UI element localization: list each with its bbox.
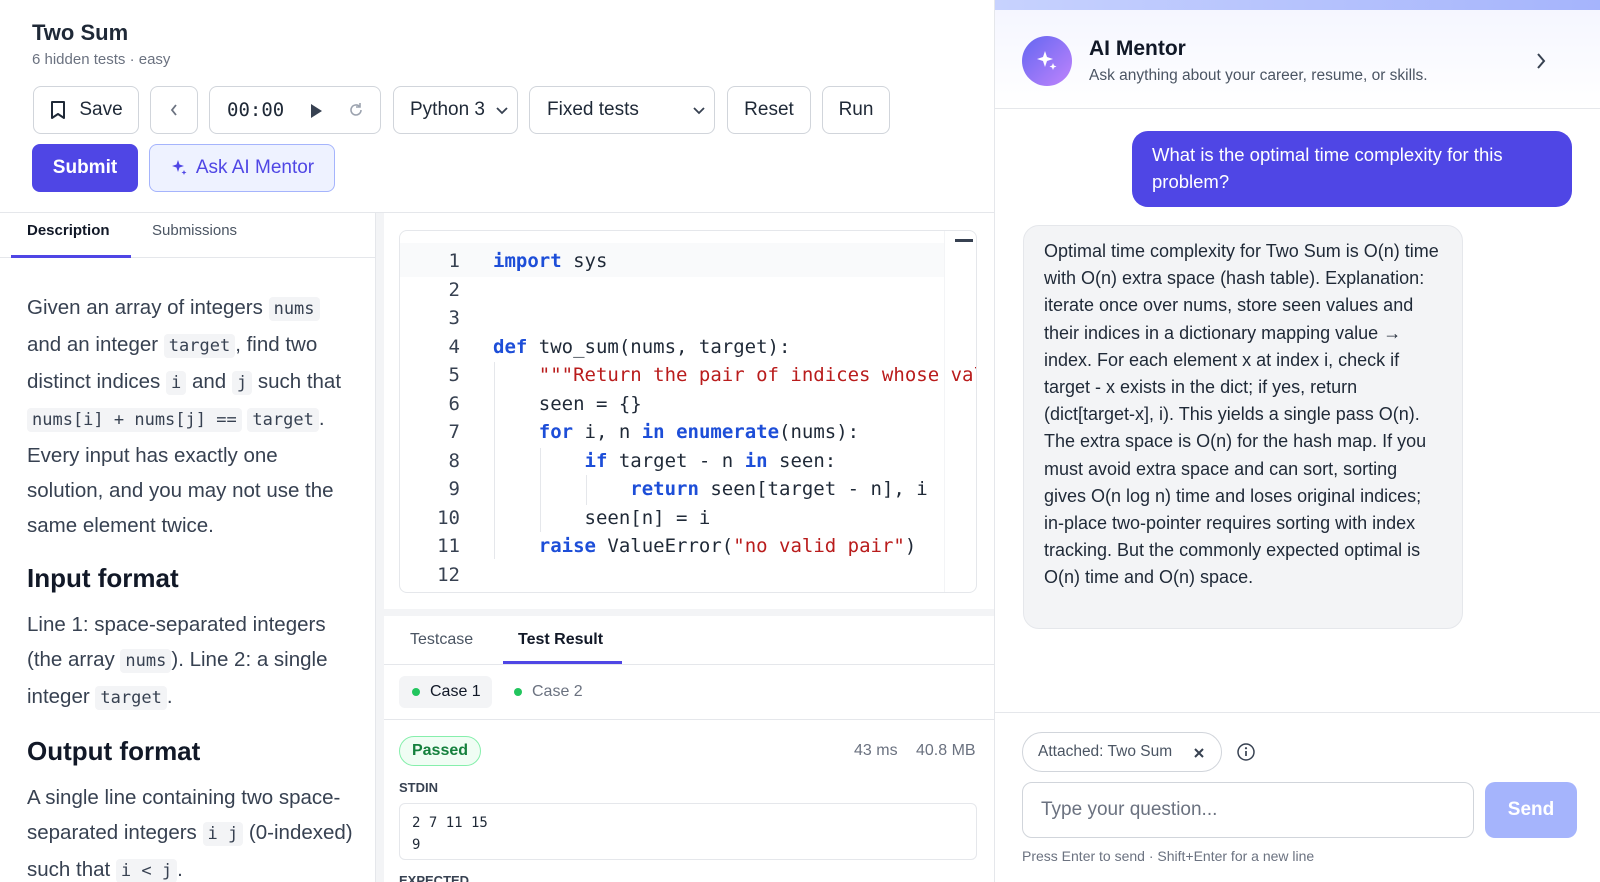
- tab-test-result[interactable]: Test Result: [518, 631, 603, 649]
- line-number: 1: [448, 250, 460, 272]
- editor-ruler: [944, 231, 945, 592]
- mentor-header: AI Mentor Ask anything about your career…: [995, 10, 1600, 109]
- info-icon[interactable]: [1236, 742, 1256, 762]
- stdin-label: STDIN: [399, 780, 438, 795]
- save-button[interactable]: Save: [33, 86, 139, 134]
- mentor-avatar: [1022, 36, 1072, 86]
- sparkle-icon: [1037, 51, 1057, 70]
- test-mode-select[interactable]: Fixed tests: [529, 86, 715, 134]
- description-paragraph: Given an array of integers nums and an i…: [27, 296, 342, 537]
- question-input[interactable]: Type your question...: [1022, 782, 1474, 838]
- memory-value: 40.8 MB: [916, 742, 976, 759]
- send-button[interactable]: Send: [1485, 782, 1577, 838]
- tab-submissions[interactable]: Submissions: [152, 222, 237, 239]
- refresh-icon[interactable]: [348, 102, 364, 118]
- line-number: 3: [448, 307, 460, 329]
- language-value: Python 3: [410, 99, 485, 120]
- input-format-heading: Input format: [27, 563, 179, 593]
- output-format-paragraph: A single line containing two space-separ…: [27, 786, 353, 882]
- vertical-splitter[interactable]: [376, 213, 384, 882]
- code-line: seen[n] = i: [493, 507, 711, 529]
- code-line: def two_sum(nums, target):: [493, 336, 791, 358]
- input-format-paragraph: Line 1: space-separated integers (the ar…: [27, 613, 328, 710]
- divider: [384, 719, 994, 720]
- composer-hint: Press Enter to send · Shift+Enter for a …: [1022, 848, 1315, 864]
- attachment-chip: Attached: Two Sum: [1022, 732, 1222, 772]
- case-1-tab[interactable]: Case 1: [399, 676, 492, 708]
- code-line: seen = {}: [493, 393, 642, 415]
- runtime-value: 43 ms: [854, 742, 898, 759]
- mentor-subtitle: Ask anything about your career, resume, …: [1089, 67, 1428, 84]
- submit-button[interactable]: Submit: [32, 144, 138, 192]
- current-line-highlight: [400, 243, 945, 277]
- mentor-top-accent: [995, 0, 1600, 10]
- code-line: return seen[target - n], i: [630, 478, 928, 500]
- chevron-down-icon: [693, 107, 705, 115]
- user-message: What is the optimal time complexity for …: [1132, 131, 1572, 207]
- ask-ai-mentor-button[interactable]: Ask AI Mentor: [149, 144, 335, 192]
- ai-mentor-panel: AI Mentor Ask anything about your career…: [994, 0, 1600, 882]
- line-number: 2: [448, 279, 460, 301]
- code-line: for i, n in enumerate(nums):: [538, 421, 860, 443]
- test-mode-value: Fixed tests: [547, 99, 639, 120]
- line-number: 5: [448, 364, 460, 386]
- active-tab-indicator: [503, 661, 622, 664]
- sparkle-icon: [171, 160, 187, 175]
- problem-title: Two Sum: [32, 20, 129, 45]
- attachment-label: Attached: Two Sum: [1038, 743, 1173, 760]
- line-number: 7: [448, 421, 460, 443]
- horizontal-splitter[interactable]: [384, 609, 994, 616]
- code-editor[interactable]: 1 2 3 4 5 6 7 8 9 10 11 12 import sys de…: [399, 230, 977, 593]
- case-2-label: Case 2: [532, 683, 583, 700]
- timer-control: 00:00: [209, 86, 381, 134]
- line-number: 8: [448, 450, 460, 472]
- expected-label: EXPECTED: [399, 873, 470, 882]
- chevron-right-icon[interactable]: [1535, 52, 1547, 70]
- tab-description[interactable]: Description: [27, 222, 110, 239]
- problem-header: Two Sum 6 hidden tests · easy Save 00:00…: [0, 0, 994, 213]
- code-line: """Return the pair of indices whose valu…: [538, 364, 976, 386]
- minimap-toggle[interactable]: [955, 239, 973, 242]
- line-number: 6: [448, 393, 460, 415]
- play-icon[interactable]: [309, 103, 323, 119]
- problem-description: Given an array of integers nums and an i…: [27, 290, 357, 882]
- save-label: Save: [79, 99, 123, 120]
- code-line: if target - n in seen:: [584, 450, 837, 472]
- previous-button[interactable]: [150, 86, 198, 134]
- line-number: 4: [448, 336, 460, 358]
- chevron-down-icon: [496, 107, 508, 115]
- language-select[interactable]: Python 3: [393, 86, 518, 134]
- run-button[interactable]: Run: [822, 86, 890, 134]
- mentor-message: Optimal time complexity for Two Sum is O…: [1023, 225, 1463, 629]
- mentor-title: AI Mentor: [1089, 37, 1186, 60]
- app-root: Two Sum 6 hidden tests · easy Save 00:00…: [0, 0, 1600, 882]
- line-number: 9: [448, 478, 460, 500]
- output-format-heading: Output format: [27, 736, 201, 766]
- line-number: 11: [437, 535, 460, 557]
- code-line: raise ValueError("no valid pair"): [538, 535, 917, 557]
- stdin-box: 2 7 11 15 9: [399, 803, 977, 860]
- case-1-label: Case 1: [430, 683, 481, 700]
- code-line: import sys: [493, 250, 608, 272]
- line-number: 12: [437, 564, 460, 586]
- pass-dot: [412, 688, 420, 696]
- bookmark-icon: [51, 101, 66, 119]
- close-icon[interactable]: [1193, 747, 1205, 759]
- pass-dot: [514, 688, 522, 696]
- problem-subtitle: 6 hidden tests · easy: [32, 51, 171, 68]
- ask-ai-mentor-label: Ask AI Mentor: [195, 157, 315, 178]
- chevron-left-icon: [170, 104, 177, 116]
- passed-badge: Passed: [399, 736, 481, 766]
- timer-display: 00:00: [227, 99, 285, 121]
- active-tab-indicator: [11, 255, 131, 258]
- reset-button[interactable]: Reset: [727, 86, 811, 134]
- mentor-composer: Attached: Two Sum Type your question... …: [995, 712, 1600, 882]
- line-number: 10: [437, 507, 460, 529]
- case-2-tab[interactable]: Case 2: [506, 676, 596, 708]
- result-tabbar: [384, 616, 994, 665]
- tab-testcase[interactable]: Testcase: [410, 631, 473, 649]
